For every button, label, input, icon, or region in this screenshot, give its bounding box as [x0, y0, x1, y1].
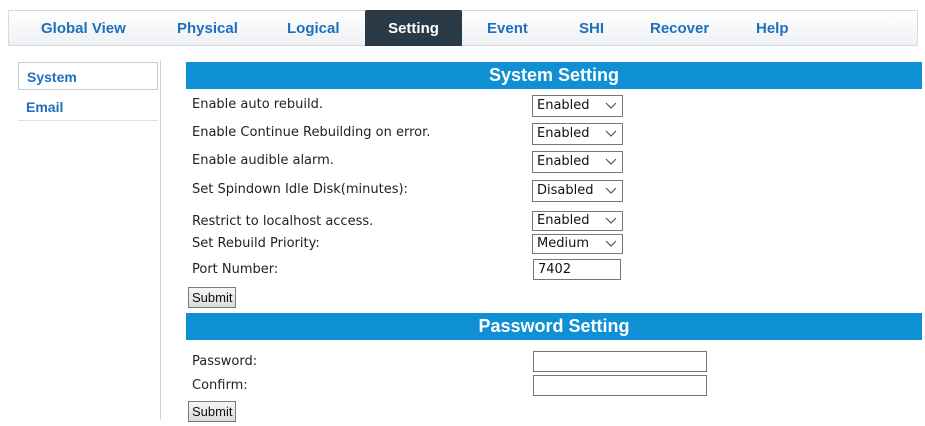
localhost-access-value: Enabled: [537, 213, 590, 228]
rebuild-priority-select[interactable]: Medium: [532, 234, 623, 254]
settings-sidebar: System Email: [16, 60, 161, 420]
tab-logical[interactable]: Logical: [287, 11, 340, 45]
top-navigation: Global View Physical Logical Setting Eve…: [8, 10, 918, 46]
confirm-label: Confirm:: [192, 378, 248, 393]
chevron-down-icon: [605, 240, 617, 247]
sidebar-item-email[interactable]: Email: [18, 93, 158, 121]
spindown-idle-select[interactable]: Disabled: [532, 180, 623, 202]
chevron-down-icon: [605, 187, 617, 194]
confirm-password-input[interactable]: [533, 375, 707, 396]
system-setting-header: System Setting: [186, 62, 922, 89]
password-setting-header: Password Setting: [186, 313, 922, 340]
tab-event[interactable]: Event: [487, 11, 528, 45]
password-label: Password:: [192, 354, 258, 369]
audible-alarm-select[interactable]: Enabled: [532, 151, 623, 173]
tab-physical[interactable]: Physical: [177, 11, 238, 45]
localhost-access-label: Restrict to localhost access.: [192, 214, 374, 229]
tab-recover[interactable]: Recover: [650, 11, 709, 45]
spindown-idle-value: Disabled: [537, 183, 594, 198]
auto-rebuild-select[interactable]: Enabled: [532, 95, 623, 117]
password-input[interactable]: [533, 351, 707, 372]
auto-rebuild-label: Enable auto rebuild.: [192, 97, 323, 112]
tab-global-view[interactable]: Global View: [41, 11, 126, 45]
rebuild-priority-value: Medium: [537, 236, 589, 251]
localhost-access-select[interactable]: Enabled: [532, 211, 623, 231]
sidebar-item-system[interactable]: System: [18, 62, 158, 90]
password-submit-button[interactable]: Submit: [188, 401, 237, 422]
chevron-down-icon: [605, 130, 617, 137]
chevron-down-icon: [605, 158, 617, 165]
audible-alarm-value: Enabled: [537, 154, 590, 169]
rebuild-priority-label: Set Rebuild Priority:: [192, 236, 320, 251]
auto-rebuild-value: Enabled: [537, 98, 590, 113]
port-number-input[interactable]: 7402: [533, 259, 621, 280]
tab-shi[interactable]: SHI: [579, 11, 604, 45]
chevron-down-icon: [605, 102, 617, 109]
continue-rebuilding-label: Enable Continue Rebuilding on error.: [192, 125, 431, 140]
continue-rebuilding-select[interactable]: Enabled: [532, 123, 623, 145]
port-number-label: Port Number:: [192, 262, 279, 277]
tab-help[interactable]: Help: [756, 11, 789, 45]
tab-setting[interactable]: Setting: [365, 10, 462, 46]
spindown-idle-label: Set Spindown Idle Disk(minutes):: [192, 182, 408, 197]
system-submit-button[interactable]: Submit: [188, 287, 237, 308]
audible-alarm-label: Enable audible alarm.: [192, 153, 334, 168]
chevron-down-icon: [605, 217, 617, 224]
continue-rebuilding-value: Enabled: [537, 126, 590, 141]
